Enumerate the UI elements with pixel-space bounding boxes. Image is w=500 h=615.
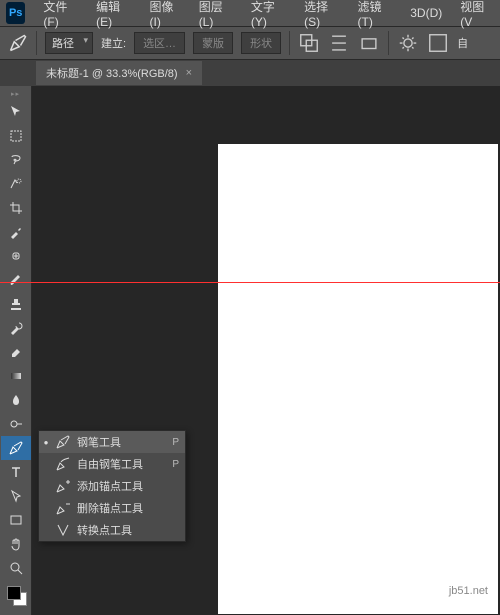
flyout-label: 添加锚点工具 (77, 478, 179, 494)
menu-view[interactable]: 视图(V (452, 0, 500, 32)
pen-tool-icon (8, 33, 28, 53)
menu-type[interactable]: 文字(Y) (243, 0, 294, 32)
flyout-freeform-pen[interactable]: 自由钢笔工具 P (39, 453, 185, 475)
tool-mode-select[interactable]: 路径 (45, 32, 93, 54)
type-tool[interactable] (1, 460, 31, 484)
add-anchor-icon (55, 478, 71, 494)
tools-panel: ▸▸ (0, 86, 32, 615)
rubber-band-checkbox[interactable] (427, 32, 449, 54)
quick-select-tool[interactable] (1, 172, 31, 196)
path-select-tool[interactable] (1, 484, 31, 508)
rectangle-tool[interactable] (1, 508, 31, 532)
flyout-label: 转换点工具 (77, 522, 179, 538)
tab-title: 未标题-1 @ 33.3%(RGB/8) (46, 65, 178, 81)
close-icon[interactable]: × (186, 67, 192, 79)
make-mask-button[interactable]: 蒙版 (193, 32, 233, 54)
menu-filter[interactable]: 滤镜(T) (350, 0, 401, 32)
divider (36, 31, 37, 55)
blur-tool[interactable] (1, 388, 31, 412)
options-bar: 路径 建立: 选区… 蒙版 形状 自 (0, 26, 500, 60)
color-swatch[interactable] (5, 584, 27, 606)
gradient-tool[interactable] (1, 364, 31, 388)
menu-edit[interactable]: 编辑(E) (88, 0, 139, 32)
menu-image[interactable]: 图像(I) (141, 0, 188, 32)
eyedropper-tool[interactable] (1, 220, 31, 244)
flyout-delete-anchor[interactable]: 删除锚点工具 (39, 497, 185, 519)
pen-tool-flyout: ● 钢笔工具 P 自由钢笔工具 P 添加锚点工具 删除锚点工具 转换点工具 (38, 430, 186, 542)
healing-tool[interactable] (1, 244, 31, 268)
arrange-icon[interactable] (358, 32, 380, 54)
menubar: Ps 文件(F) 编辑(E) 图像(I) 图层(L) 文字(Y) 选择(S) 滤… (0, 0, 500, 26)
delete-anchor-icon (55, 500, 71, 516)
crop-tool[interactable] (1, 196, 31, 220)
flyout-label: 删除锚点工具 (77, 500, 179, 516)
history-brush-tool[interactable] (1, 316, 31, 340)
align-icon[interactable] (328, 32, 350, 54)
lasso-tool[interactable] (1, 148, 31, 172)
zoom-tool[interactable] (1, 556, 31, 580)
flyout-shortcut: P (172, 459, 179, 470)
menu-layer[interactable]: 图层(L) (191, 0, 241, 32)
document-tab[interactable]: 未标题-1 @ 33.3%(RGB/8) × (36, 61, 202, 85)
flyout-convert-point[interactable]: 转换点工具 (39, 519, 185, 541)
make-selection-button[interactable]: 选区… (134, 32, 185, 54)
pen-icon (55, 434, 71, 450)
pen-tool[interactable] (1, 436, 31, 460)
hand-tool[interactable] (1, 532, 31, 556)
selected-dot-icon: ● (43, 438, 49, 447)
document-canvas[interactable] (218, 144, 498, 614)
gear-icon[interactable] (397, 32, 419, 54)
flyout-add-anchor[interactable]: 添加锚点工具 (39, 475, 185, 497)
marquee-tool[interactable] (1, 124, 31, 148)
flyout-shortcut: P (172, 437, 179, 448)
menu-select[interactable]: 选择(S) (296, 0, 347, 32)
document-tabbar: 未标题-1 @ 33.3%(RGB/8) × (0, 60, 500, 86)
freeform-pen-icon (55, 456, 71, 472)
toolbar-grip[interactable]: ▸▸ (0, 90, 31, 100)
watermark-text: jb51.net (449, 585, 488, 597)
make-shape-button[interactable]: 形状 (241, 32, 281, 54)
build-label: 建立: (101, 35, 126, 51)
flyout-pen-tool[interactable]: ● 钢笔工具 P (39, 431, 185, 453)
divider (388, 31, 389, 55)
menu-3d[interactable]: 3D(D) (402, 3, 450, 23)
convert-point-icon (55, 522, 71, 538)
eraser-tool[interactable] (1, 340, 31, 364)
move-tool[interactable] (1, 100, 31, 124)
stamp-tool[interactable] (1, 292, 31, 316)
divider (289, 31, 290, 55)
brush-tool[interactable] (1, 268, 31, 292)
flyout-label: 自由钢笔工具 (77, 456, 166, 472)
app-logo: Ps (6, 2, 25, 24)
horizontal-guide[interactable] (0, 282, 500, 283)
menu-file[interactable]: 文件(F) (35, 0, 86, 32)
auto-label: 自 (457, 35, 468, 51)
flyout-label: 钢笔工具 (77, 434, 166, 450)
dodge-tool[interactable] (1, 412, 31, 436)
path-ops-icon[interactable] (298, 32, 320, 54)
